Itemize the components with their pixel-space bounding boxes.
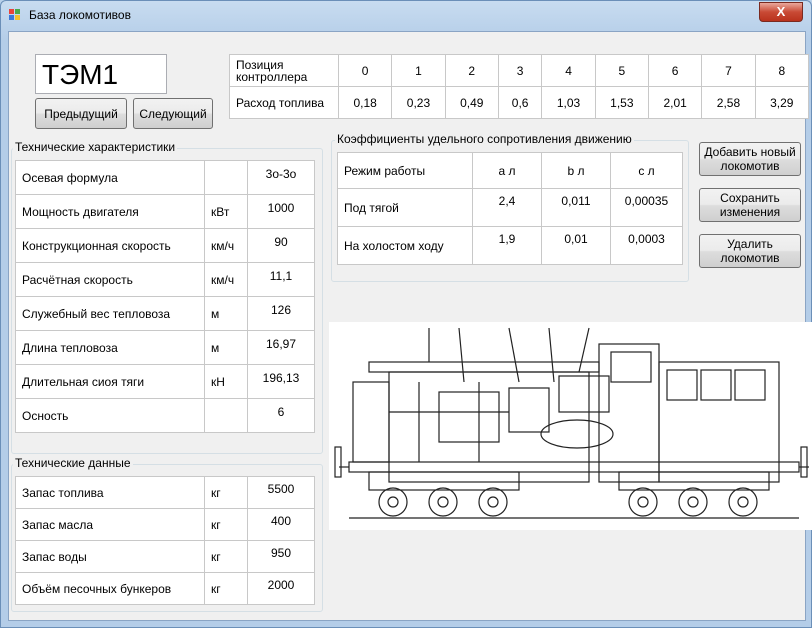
spec-value[interactable]: 6 xyxy=(247,398,315,433)
spec-value[interactable]: 196,13 xyxy=(247,364,315,399)
tech-data-title: Технические данные xyxy=(13,456,133,470)
add-locomotive-button[interactable]: Добавить новый локомотив xyxy=(699,142,801,176)
resistance-title: Коэффициенты удельного сопротивления дви… xyxy=(335,132,634,146)
consumption-cell[interactable]: 1,53 xyxy=(594,86,650,119)
spec-unit: кН xyxy=(204,364,248,399)
position-cell[interactable]: 4 xyxy=(541,54,596,87)
controller-position-header: Позиция контроллера xyxy=(229,54,339,87)
data-value[interactable]: 2000 xyxy=(247,572,315,605)
data-unit: кг xyxy=(204,476,248,509)
position-cell[interactable]: 7 xyxy=(701,54,756,87)
resistance-value[interactable]: 0,01 xyxy=(541,226,611,265)
position-cell[interactable]: 2 xyxy=(444,54,499,87)
data-value[interactable]: 950 xyxy=(247,540,315,573)
data-unit: кг xyxy=(204,508,248,541)
spec-label: Осевая формула xyxy=(15,160,205,195)
resistance-mode: На холостом ходу xyxy=(337,226,473,265)
resistance-header: b л xyxy=(541,152,611,189)
data-label: Запас масла xyxy=(15,508,205,541)
spec-unit: км/ч xyxy=(204,228,248,263)
consumption-cell[interactable]: 0,49 xyxy=(444,86,499,119)
spec-label: Длительная сиоя тяги xyxy=(15,364,205,399)
position-cell[interactable]: 3 xyxy=(497,54,543,87)
resistance-value[interactable]: 0,011 xyxy=(541,188,611,227)
fuel-consumption-table: Позиция контроллера 0 1 2 3 4 5 6 7 8 Ра… xyxy=(229,54,810,119)
spec-value[interactable]: 90 xyxy=(247,228,315,263)
data-label: Объём песочных бункеров xyxy=(15,572,205,605)
app-window: База локомотивов X ТЭМ1 Предыдущий Следу… xyxy=(0,0,812,628)
tech-specs-table: Осевая формула 3о-3о Мощность двигателя кВ… xyxy=(15,160,315,433)
data-value[interactable]: 5500 xyxy=(247,476,315,509)
data-unit: кг xyxy=(204,572,248,605)
resistance-value[interactable]: 2,4 xyxy=(472,188,542,227)
position-cell[interactable]: 1 xyxy=(391,54,446,87)
data-label: Запас воды xyxy=(15,540,205,573)
close-button[interactable]: X xyxy=(759,2,803,22)
data-label: Запас топлива xyxy=(15,476,205,509)
spec-label: Осность xyxy=(15,398,205,433)
spec-value[interactable]: 16,97 xyxy=(247,330,315,365)
title-bar[interactable]: База локомотивов X xyxy=(1,1,811,29)
position-cell[interactable]: 8 xyxy=(754,54,810,87)
spec-unit xyxy=(204,398,248,433)
resistance-header: с л xyxy=(610,152,683,189)
position-cell[interactable]: 0 xyxy=(337,54,393,87)
spec-label: Расчётная скорость xyxy=(15,262,205,297)
resistance-value[interactable]: 0,0003 xyxy=(610,226,683,265)
data-unit: кг xyxy=(204,540,248,573)
consumption-cell[interactable]: 3,29 xyxy=(754,86,810,119)
spec-label: Длина тепловоза xyxy=(15,330,205,365)
consumption-cell[interactable]: 2,01 xyxy=(647,86,703,119)
consumption-cell[interactable]: 0,23 xyxy=(391,86,446,119)
locomotive-drawing xyxy=(334,327,809,519)
delete-locomotive-button[interactable]: Удалить локомотив xyxy=(699,234,801,268)
consumption-cell[interactable]: 0,6 xyxy=(497,86,543,119)
save-changes-button[interactable]: Сохранить изменения xyxy=(699,188,801,222)
resistance-table: Режим работы а л b л с л Под тягой 2,4 0… xyxy=(337,152,683,265)
spec-value[interactable]: 3о-3о xyxy=(247,160,315,195)
previous-button[interactable]: Предыдущий xyxy=(35,98,127,129)
resistance-header: Режим работы xyxy=(337,152,473,189)
spec-unit xyxy=(204,160,248,195)
spec-value[interactable]: 1000 xyxy=(247,194,315,229)
main-panel: ТЭМ1 Предыдущий Следующий Позиция контро… xyxy=(8,31,812,621)
spec-value[interactable]: 126 xyxy=(247,296,315,331)
resistance-value[interactable]: 1,9 xyxy=(472,226,542,265)
tech-specs-title: Технические характеристики xyxy=(13,140,178,154)
spec-unit: км/ч xyxy=(204,262,248,297)
tech-data-table: Запас топлива кг 5500 Запас масла кг 400 Зап… xyxy=(15,476,315,605)
locomotive-diagram xyxy=(329,322,812,530)
position-cell[interactable]: 5 xyxy=(594,54,650,87)
spec-unit: кВт xyxy=(204,194,248,229)
consumption-cell[interactable]: 2,58 xyxy=(701,86,756,119)
locomotive-name-field[interactable]: ТЭМ1 xyxy=(35,54,167,94)
resistance-value[interactable]: 0,00035 xyxy=(610,188,683,227)
spec-label: Конструкционная скорость xyxy=(15,228,205,263)
spec-label: Мощность двигателя xyxy=(15,194,205,229)
position-cell[interactable]: 6 xyxy=(647,54,703,87)
window-title: База локомотивов xyxy=(29,8,131,22)
spec-unit: м xyxy=(204,330,248,365)
spec-value[interactable]: 11,1 xyxy=(247,262,315,297)
app-icon xyxy=(9,9,21,21)
resistance-header: а л xyxy=(472,152,542,189)
consumption-cell[interactable]: 1,03 xyxy=(541,86,596,119)
spec-label: Служебный вес тепловоза xyxy=(15,296,205,331)
data-value[interactable]: 400 xyxy=(247,508,315,541)
resistance-mode: Под тягой xyxy=(337,188,473,227)
fuel-consumption-header: Расход топлива xyxy=(229,86,339,119)
next-button[interactable]: Следующий xyxy=(133,98,213,129)
consumption-cell[interactable]: 0,18 xyxy=(337,86,393,119)
spec-unit: м xyxy=(204,296,248,331)
